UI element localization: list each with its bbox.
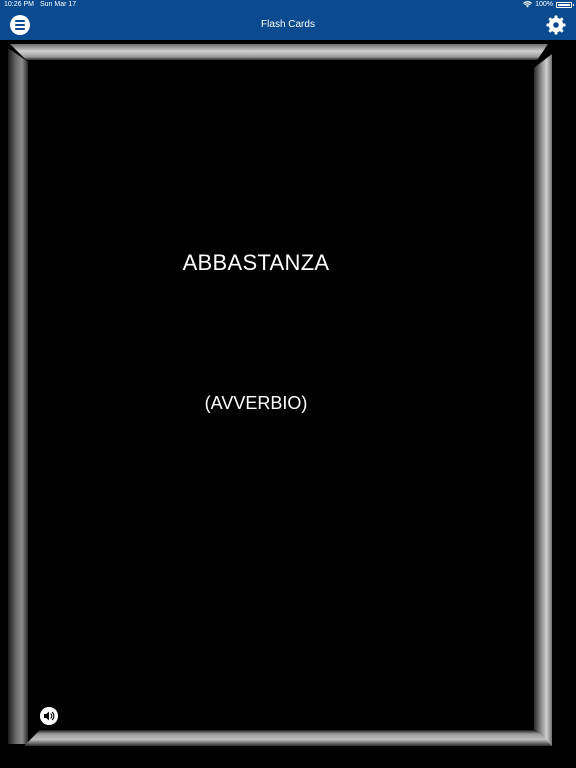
card-frame-top <box>10 44 548 60</box>
page-title: Flash Cards <box>261 19 315 30</box>
flash-card: ABBASTANZA (AVVERBIO) <box>8 44 552 746</box>
card-frame-right <box>534 54 552 746</box>
status-indicators: 100% <box>523 1 574 8</box>
card-part-of-speech: (AVVERBIO) <box>204 393 308 413</box>
navigation-bar: 10:26 PM Sun Mar 17 100% Flash Cards <box>0 0 576 40</box>
status-date: Sun Mar 17 <box>40 1 77 8</box>
play-audio-button[interactable] <box>40 707 58 725</box>
wifi-icon <box>523 1 533 8</box>
battery-percent: 100% <box>535 1 553 8</box>
card-frame-left <box>8 48 28 744</box>
status-bar: 10:26 PM Sun Mar 17 100% <box>0 0 576 10</box>
status-time: 10:26 PM <box>4 1 34 8</box>
card-word: ABBASTANZA <box>182 250 330 275</box>
card-face[interactable]: ABBASTANZA (AVVERBIO) <box>28 60 532 730</box>
card-frame-bottom <box>24 730 552 746</box>
gear-icon <box>546 15 566 35</box>
battery-icon <box>556 1 574 8</box>
settings-button[interactable] <box>546 15 566 35</box>
